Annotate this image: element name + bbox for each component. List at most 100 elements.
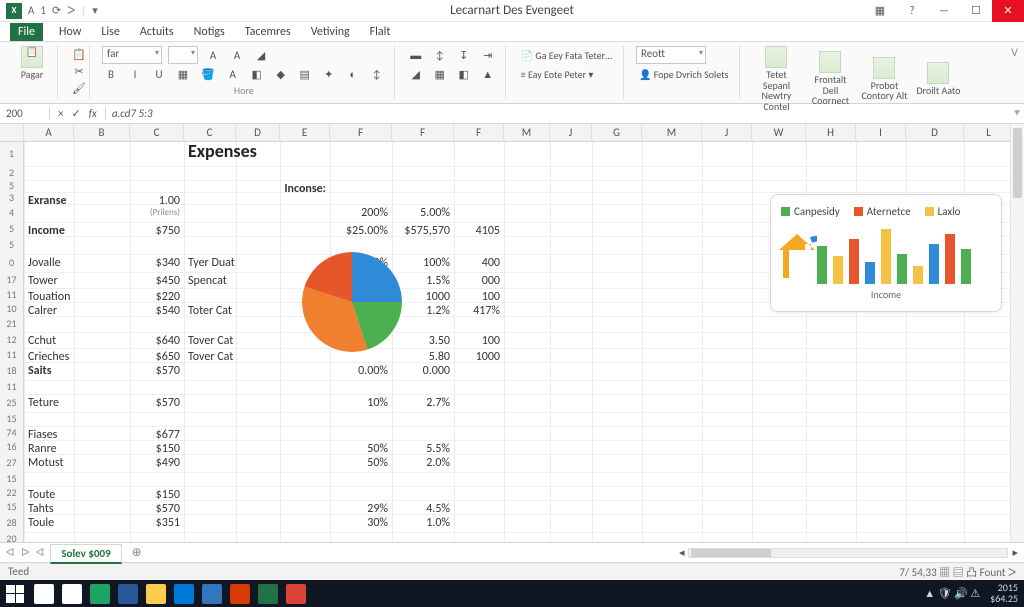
row-header[interactable]: 11 xyxy=(0,288,24,302)
tab-lise[interactable]: Lise xyxy=(97,23,123,41)
tab-file[interactable]: File xyxy=(10,23,43,41)
qa-redo[interactable]: ⟳ xyxy=(52,4,61,17)
row-header[interactable]: 0 xyxy=(0,254,24,272)
start-button[interactable] xyxy=(6,585,24,603)
cell[interactable]: Spencat xyxy=(184,272,236,290)
sheet-nav[interactable]: ᐊ ᐅ ᐊ xyxy=(6,546,46,559)
cell[interactable]: $25.00% xyxy=(330,222,392,240)
col-header[interactable]: A xyxy=(24,124,74,141)
font-shrink[interactable]: A xyxy=(228,46,246,64)
cell[interactable]: Motust xyxy=(24,454,74,472)
ribbon-collapse-icon[interactable]: ᐯ xyxy=(1011,46,1018,59)
cell[interactable]: Calrer xyxy=(24,302,74,320)
wrap[interactable]: ⇥ xyxy=(479,46,497,64)
x4[interactable]: ✦ xyxy=(320,65,338,83)
cell[interactable]: 30% xyxy=(330,514,392,532)
col-header[interactable]: I xyxy=(856,124,906,141)
num-r1[interactable]: 📄 Ga Eey Fata Teter… xyxy=(518,46,615,64)
tab-notigs[interactable]: Notigs xyxy=(190,23,229,41)
horizontal-scrollbar[interactable] xyxy=(688,548,1008,558)
cell[interactable]: 100% xyxy=(392,254,454,272)
row-header[interactable]: 74 xyxy=(0,426,24,440)
font-grow[interactable]: A xyxy=(204,46,222,64)
tray-icons[interactable]: ▲ 🛡 🔊 ⚠ xyxy=(924,587,980,600)
cell[interactable]: Toule xyxy=(24,514,74,532)
row-header[interactable]: 3 xyxy=(0,192,24,204)
cell[interactable]: 417% xyxy=(454,302,504,320)
col-header[interactable]: D xyxy=(906,124,964,141)
tab-how[interactable]: How xyxy=(55,23,85,41)
col-header[interactable]: L xyxy=(964,124,1014,141)
col-header[interactable]: J xyxy=(550,124,592,141)
word-icon[interactable] xyxy=(118,584,138,604)
cell[interactable]: 0.000 xyxy=(392,362,454,380)
cell[interactable]: 5.00% xyxy=(392,204,454,222)
al1[interactable]: ◢ xyxy=(407,65,425,83)
paste-button[interactable]: 📋 Pagar xyxy=(8,46,56,81)
cell[interactable]: Toter Cat xyxy=(184,302,236,320)
col-header[interactable]: D xyxy=(236,124,280,141)
style-button-2[interactable]: Probot Contory Alt xyxy=(860,57,908,102)
hscroll-left[interactable]: ◂ xyxy=(679,546,685,559)
row-header[interactable]: 11 xyxy=(0,348,24,362)
cell[interactable]: (Prilens) xyxy=(130,204,184,222)
col-header[interactable]: C xyxy=(130,124,184,141)
taskview-icon[interactable] xyxy=(62,584,82,604)
x2[interactable]: ◆ xyxy=(272,65,290,83)
style-button-0[interactable]: Tetet Sepanl Newtry Contel xyxy=(752,46,800,112)
fx-icon[interactable]: fx xyxy=(89,107,97,120)
tab-flalt[interactable]: Flalt xyxy=(366,23,395,41)
tab-vetiving[interactable]: Vetiving xyxy=(307,23,354,41)
col-header[interactable]: J xyxy=(702,124,752,141)
font-size-combo[interactable] xyxy=(168,46,198,64)
help-icon[interactable]: ? xyxy=(896,0,928,22)
explorer-icon[interactable] xyxy=(146,584,166,604)
cell[interactable]: $575,570 xyxy=(392,222,454,240)
cell[interactable]: $340 xyxy=(130,254,184,272)
col-header[interactable]: E xyxy=(280,124,330,141)
row-header[interactable]: 27 xyxy=(0,454,24,472)
tray-clock[interactable]: 2015 $64.25 xyxy=(990,583,1018,604)
al3[interactable]: ◧ xyxy=(455,65,473,83)
tab-tacemres[interactable]: Tacemres xyxy=(241,23,295,41)
x5[interactable]: ◐ xyxy=(344,65,362,83)
num-r3[interactable]: 👤 Fope Dvrich Solets xyxy=(636,65,731,83)
col-header[interactable]: G xyxy=(592,124,642,141)
col-header[interactable]: F xyxy=(454,124,504,141)
fx-cancel-icon[interactable]: × xyxy=(58,107,63,120)
col-header[interactable]: M xyxy=(642,124,702,141)
sheet-tab-active[interactable]: Solev $009 xyxy=(50,544,121,564)
column-headers[interactable]: ABCCDEFFFMJGMJWHIDL xyxy=(0,124,1024,142)
chrome2-icon[interactable] xyxy=(286,584,306,604)
new-sheet-button[interactable]: ⊕ xyxy=(126,545,148,560)
x1[interactable]: ◧ xyxy=(248,65,266,83)
row-header[interactable]: 25 xyxy=(0,394,24,412)
number-format-combo[interactable]: Reott xyxy=(636,46,706,64)
al4[interactable]: ▲ xyxy=(479,65,497,83)
cell[interactable]: 10% xyxy=(330,394,392,412)
search-icon[interactable] xyxy=(34,584,54,604)
cell[interactable]: $540 xyxy=(130,302,184,320)
num-r2[interactable]: ≡ Eay Eote Peter ▾ xyxy=(518,65,597,83)
style-button-1[interactable]: Frontalt Dell Coornect xyxy=(806,51,854,107)
al2[interactable]: ▦ xyxy=(431,65,449,83)
align-left[interactable]: ▬ xyxy=(407,46,425,64)
vertical-scrollbar[interactable] xyxy=(1010,124,1024,542)
row-header[interactable]: 12 xyxy=(0,332,24,348)
cell[interactable]: 2.0% xyxy=(392,454,454,472)
row-header[interactable]: 21 xyxy=(0,316,24,332)
spreadsheet-grid[interactable]: ABCCDEFFFMJGMJWHIDL 12534550171110211211… xyxy=(0,124,1024,542)
col-header[interactable]: W xyxy=(752,124,806,141)
row-header[interactable]: 5 xyxy=(0,222,24,236)
tab-actuits[interactable]: Actuits xyxy=(136,23,178,41)
windows-taskbar[interactable]: ▲ 🛡 🔊 ⚠ 2015 $64.25 xyxy=(0,580,1024,607)
cell[interactable]: $351 xyxy=(130,514,184,532)
row-header[interactable]: 5 xyxy=(0,236,24,254)
status-right[interactable]: 7/ 54,33 ▦ ▤ 凸 Fount ᐳ xyxy=(899,564,1016,580)
row-header[interactable]: 1 xyxy=(0,142,24,166)
cell[interactable]: 50% xyxy=(330,454,392,472)
hscroll-right[interactable]: ▸ xyxy=(1012,546,1018,559)
font-name-combo[interactable]: far xyxy=(102,46,162,64)
cell[interactable]: Income xyxy=(24,222,74,240)
cell[interactable]: Inconse: xyxy=(280,180,330,198)
